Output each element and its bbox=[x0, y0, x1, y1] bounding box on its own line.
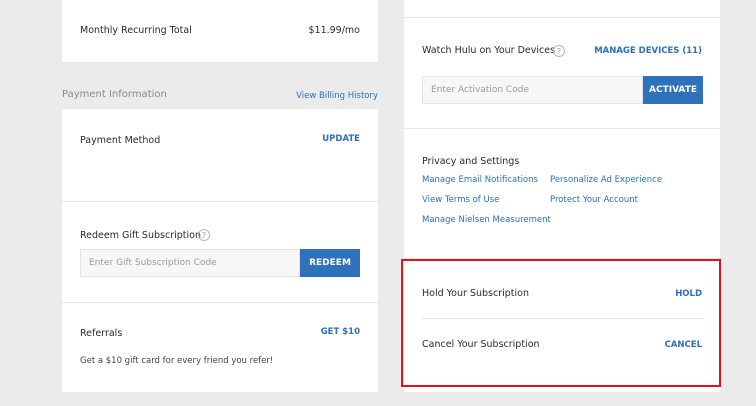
manage-email-notifications-link[interactable]: Manage Email Notifications bbox=[422, 175, 538, 185]
billing-total-card: Monthly Recurring Total $11.99/mo bbox=[62, 0, 378, 62]
payment-method-label: Payment Method bbox=[80, 135, 161, 146]
manage-devices-link[interactable]: MANAGE DEVICES (11) bbox=[594, 46, 702, 56]
referrals-text: Get a $10 gift card for every friend you… bbox=[80, 356, 274, 366]
view-terms-link[interactable]: View Terms of Use bbox=[422, 195, 499, 205]
devices-title: Watch Hulu on Your Devices bbox=[422, 45, 556, 56]
activation-code-input[interactable] bbox=[422, 76, 643, 104]
devices-divider bbox=[404, 128, 720, 129]
view-billing-history-link[interactable]: View Billing History bbox=[296, 91, 378, 101]
protect-account-link[interactable]: Protect Your Account bbox=[550, 195, 638, 205]
redeem-button[interactable]: REDEEM bbox=[300, 249, 360, 277]
highlight-box bbox=[401, 259, 721, 387]
monthly-total-value: $11.99/mo bbox=[308, 25, 360, 36]
personalize-ad-experience-link[interactable]: Personalize Ad Experience bbox=[550, 175, 662, 185]
monthly-total-label: Monthly Recurring Total bbox=[80, 25, 192, 36]
payment-section-heading: Payment Information bbox=[62, 89, 167, 100]
redeem-gift-label: Redeem Gift Subscription bbox=[80, 230, 201, 241]
payment-divider-1 bbox=[62, 201, 378, 202]
payment-card: Payment Method UPDATE Redeem Gift Subscr… bbox=[62, 109, 378, 392]
manage-nielsen-link[interactable]: Manage Nielsen Measurement bbox=[422, 215, 551, 225]
referrals-label: Referrals bbox=[80, 328, 123, 339]
privacy-title: Privacy and Settings bbox=[422, 156, 520, 167]
get-10-link[interactable]: GET $10 bbox=[321, 327, 360, 337]
question-mark-icon[interactable]: ? bbox=[198, 229, 210, 241]
question-mark-icon[interactable]: ? bbox=[553, 45, 565, 57]
gift-code-input[interactable] bbox=[80, 249, 300, 277]
top-divider bbox=[404, 17, 720, 18]
payment-divider-2 bbox=[62, 302, 378, 303]
update-payment-link[interactable]: UPDATE bbox=[322, 134, 360, 144]
activate-button[interactable]: ACTIVATE bbox=[643, 76, 703, 104]
